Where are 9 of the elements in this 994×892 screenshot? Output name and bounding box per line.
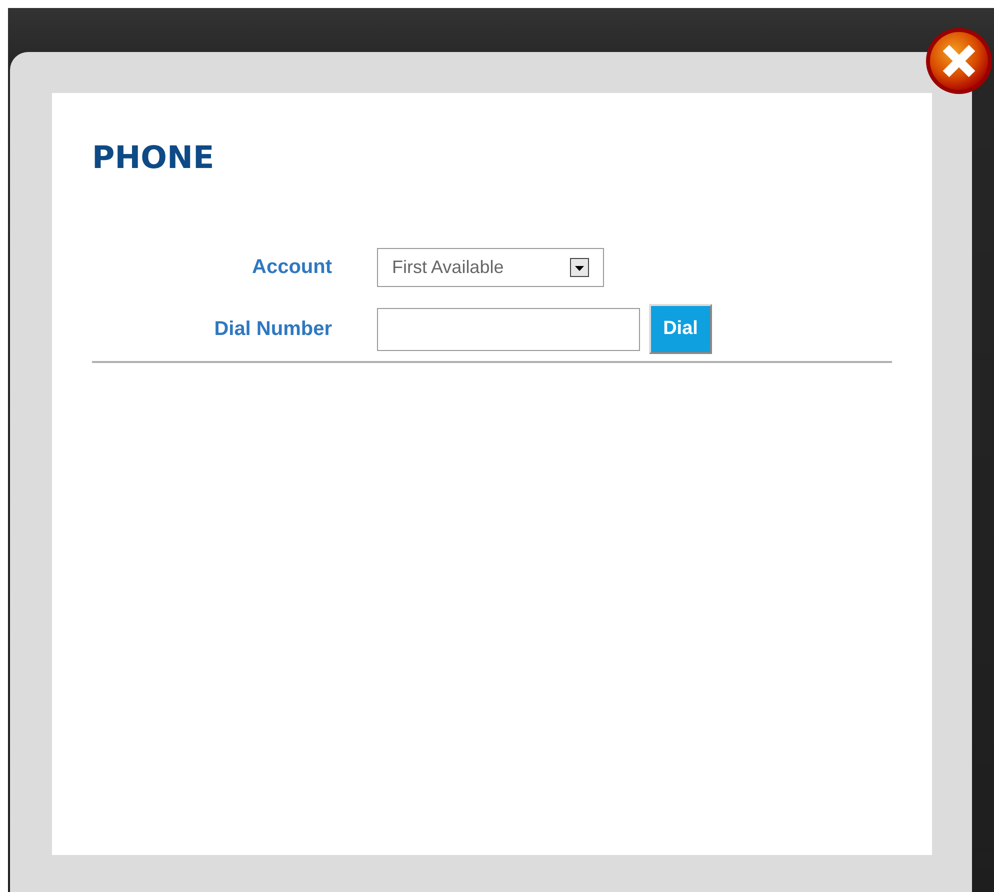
dial-number-field[interactable] bbox=[377, 308, 640, 350]
field-label: Account bbox=[251, 256, 332, 278]
account-dropdown[interactable]: First Available bbox=[377, 248, 604, 286]
close-icon bbox=[924, 26, 994, 96]
dial-button[interactable]: Dial bbox=[649, 304, 712, 354]
field-label: Dial Number bbox=[213, 318, 332, 340]
close-button[interactable] bbox=[924, 26, 994, 96]
caret-icon bbox=[570, 258, 589, 276]
dialog-title: PHONE bbox=[92, 139, 216, 178]
